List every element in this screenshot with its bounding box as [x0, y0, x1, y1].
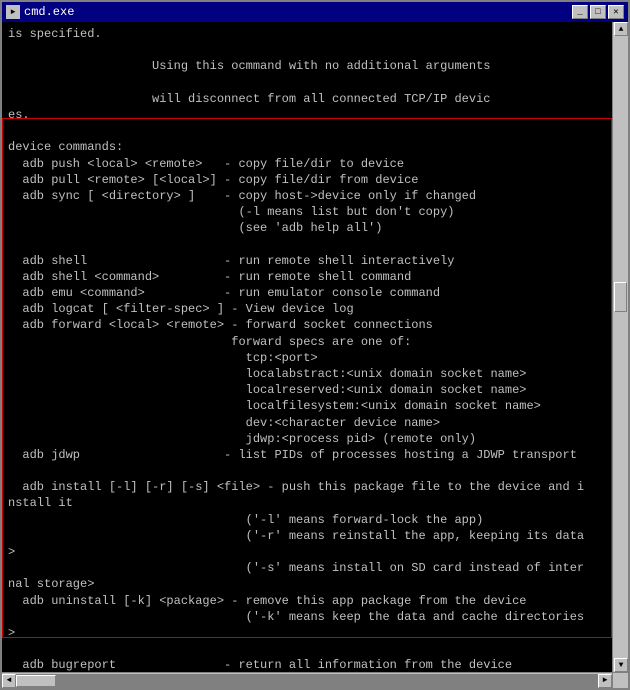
cmd-window: ► cmd.exe _ □ ✕ is specified. Using this… [0, 0, 630, 690]
cmd-icon: ► [6, 5, 20, 19]
scroll-down-button[interactable]: ▼ [614, 658, 628, 672]
window-title: cmd.exe [24, 5, 74, 19]
scrollbar-corner [612, 672, 628, 688]
terminal-area[interactable]: is specified. Using this ocmmand with no… [2, 22, 628, 688]
vertical-scrollbar[interactable]: ▲ ▼ [612, 22, 628, 672]
title-bar-left: ► cmd.exe [6, 5, 74, 19]
horizontal-scrollbar[interactable]: ◄ ► [2, 672, 612, 688]
close-button[interactable]: ✕ [608, 5, 624, 19]
title-bar: ► cmd.exe _ □ ✕ [2, 2, 628, 22]
scroll-left-button[interactable]: ◄ [2, 674, 16, 688]
scroll-right-button[interactable]: ► [598, 674, 612, 688]
window-controls: _ □ ✕ [572, 5, 624, 19]
scroll-thumb[interactable] [614, 282, 627, 312]
terminal-content: is specified. Using this ocmmand with no… [8, 26, 622, 688]
h-scroll-track [16, 674, 598, 688]
scroll-up-button[interactable]: ▲ [614, 22, 628, 36]
maximize-button[interactable]: □ [590, 5, 606, 19]
h-scroll-thumb[interactable] [16, 675, 56, 687]
minimize-button[interactable]: _ [572, 5, 588, 19]
